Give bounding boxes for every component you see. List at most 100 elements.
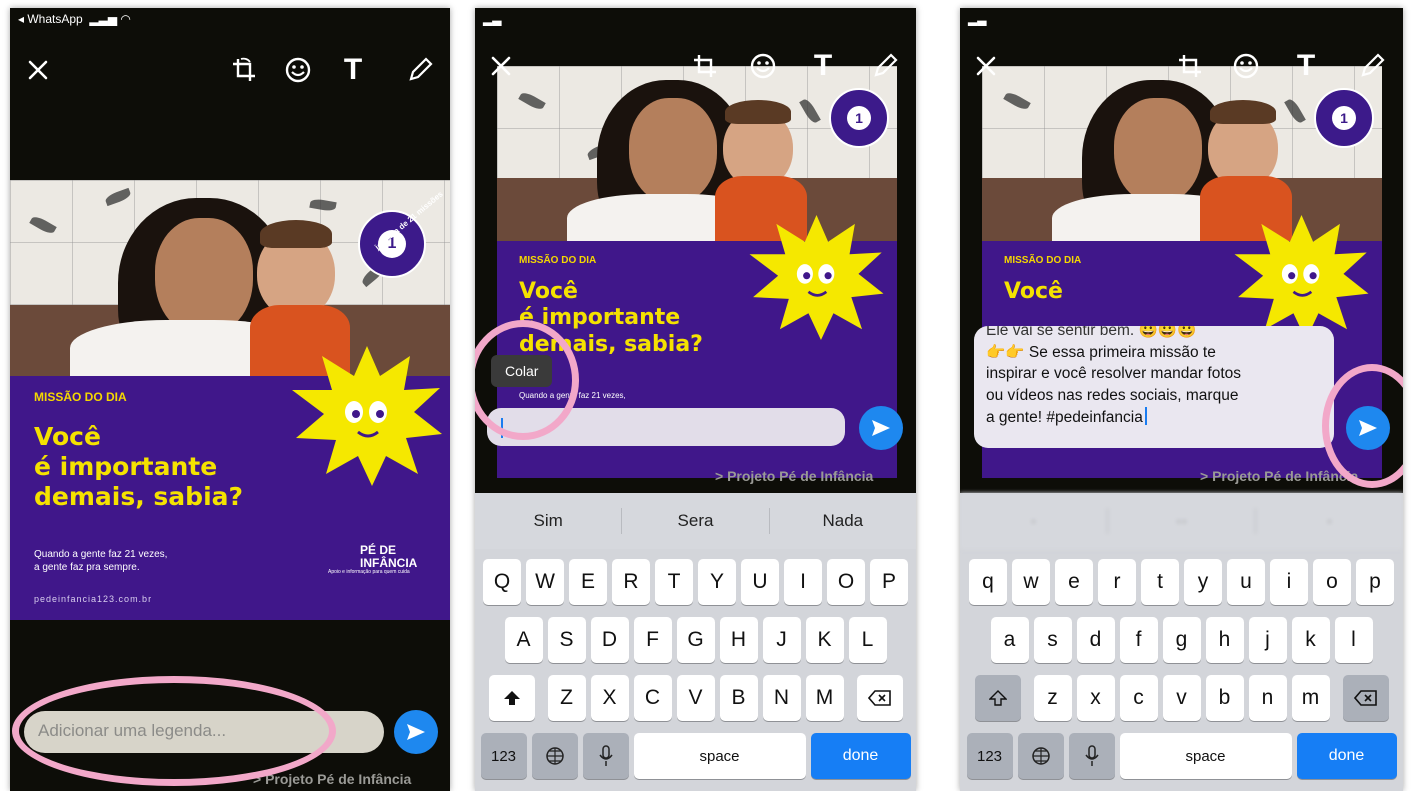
pencil-icon[interactable] [1352,44,1392,88]
text-tool-icon[interactable]: T [333,48,373,92]
backspace-key[interactable] [856,675,903,721]
key-q[interactable]: Q [483,559,521,605]
send-icon [407,724,425,740]
key-b[interactable]: B [719,675,758,721]
key-k[interactable]: k [1291,617,1330,663]
mission-label: MISSÃO DO DIA [34,390,127,404]
globe-key[interactable] [531,733,578,779]
sun-mascot-icon [749,215,884,340]
caption-input[interactable]: Ele vai se sentir bem. 😀😀😀 👉👉 Se essa pr… [974,326,1334,448]
key-d[interactable]: d [1076,617,1115,663]
key-x[interactable]: X [590,675,629,721]
key-k[interactable]: K [805,617,844,663]
key-f[interactable]: f [1119,617,1158,663]
shift-key[interactable] [974,675,1021,721]
key-t[interactable]: T [655,559,693,605]
key-m[interactable]: m [1291,675,1330,721]
key-z[interactable]: z [1033,675,1072,721]
key-t[interactable]: t [1141,559,1179,605]
key-q[interactable]: q [969,559,1007,605]
suggestion-2[interactable]: Sera [622,511,768,531]
numbers-key[interactable]: 123 [480,733,527,779]
key-e[interactable]: E [569,559,607,605]
numbers-key[interactable]: 123 [966,733,1013,779]
key-u[interactable]: U [741,559,779,605]
emoji-icon[interactable] [278,48,318,92]
done-key[interactable]: done [810,733,911,779]
key-r[interactable]: r [1098,559,1136,605]
key-a[interactable]: A [504,617,543,663]
key-a[interactable]: a [990,617,1029,663]
key-h[interactable]: H [719,617,758,663]
backspace-key[interactable] [1342,675,1389,721]
key-n[interactable]: N [762,675,801,721]
space-key[interactable]: space [1119,733,1292,779]
key-s[interactable]: s [1033,617,1072,663]
recipient-link[interactable]: > Projeto Pé de Infância [1200,468,1358,484]
key-v[interactable]: v [1162,675,1201,721]
key-m[interactable]: M [805,675,844,721]
key-o[interactable]: o [1313,559,1351,605]
microphone-key[interactable] [582,733,629,779]
send-button[interactable] [859,406,903,450]
emoji-icon[interactable] [1226,44,1266,88]
key-x[interactable]: x [1076,675,1115,721]
emoji-icon[interactable] [743,44,783,88]
key-s[interactable]: S [547,617,586,663]
key-u[interactable]: u [1227,559,1265,605]
send-button[interactable] [394,710,438,754]
text-tool-icon[interactable]: T [803,44,843,88]
key-v[interactable]: V [676,675,715,721]
journey-badge: 1 [1314,88,1374,148]
text-tool-icon[interactable]: T [1286,44,1326,88]
key-j[interactable]: J [762,617,801,663]
close-icon[interactable] [966,44,1006,88]
suggestion-3[interactable]: Nada [770,511,916,531]
close-icon[interactable] [18,48,58,92]
key-p[interactable]: P [870,559,908,605]
key-c[interactable]: c [1119,675,1158,721]
key-b[interactable]: b [1205,675,1244,721]
key-e[interactable]: e [1055,559,1093,605]
key-r[interactable]: R [612,559,650,605]
pencil-icon[interactable] [865,44,905,88]
done-key[interactable]: done [1296,733,1397,779]
microphone-key[interactable] [1068,733,1115,779]
suggestion-1[interactable]: Sim [475,511,621,531]
key-y[interactable]: y [1184,559,1222,605]
key-y[interactable]: Y [698,559,736,605]
globe-icon [545,747,564,765]
signal-icon: ▂▃▅ ◠ [86,12,131,26]
key-n[interactable]: n [1248,675,1287,721]
crop-rotate-icon[interactable] [224,48,264,92]
key-w[interactable]: W [526,559,564,605]
key-c[interactable]: C [633,675,672,721]
key-l[interactable]: L [848,617,887,663]
key-j[interactable]: j [1248,617,1287,663]
key-l[interactable]: l [1334,617,1373,663]
globe-key[interactable] [1017,733,1064,779]
journey-badge: 1 jornada de 21 missões [358,189,445,278]
key-o[interactable]: O [827,559,865,605]
crop-rotate-icon[interactable] [685,44,725,88]
recipient-link[interactable]: > Projeto Pé de Infância [715,468,873,484]
key-h[interactable]: h [1205,617,1244,663]
key-i[interactable]: i [1270,559,1308,605]
key-w[interactable]: w [1012,559,1050,605]
key-i[interactable]: I [784,559,822,605]
status-bar: ▂▃ [475,8,916,30]
space-key[interactable]: space [633,733,806,779]
back-to-app-link[interactable]: ◂ WhatsApp [18,12,83,26]
shift-key[interactable] [488,675,535,721]
key-g[interactable]: G [676,617,715,663]
key-z[interactable]: Z [547,675,586,721]
key-p[interactable]: p [1356,559,1394,605]
key-f[interactable]: F [633,617,672,663]
key-g[interactable]: g [1162,617,1201,663]
website-url: pedeinfancia123.com.br [34,594,153,604]
close-icon[interactable] [481,44,521,88]
key-d[interactable]: D [590,617,629,663]
crop-rotate-icon[interactable] [1170,44,1210,88]
keyboard: Sim Sera Nada QWERTYUIOP ASDFGHJKL ZXCVB… [475,493,916,791]
pencil-icon[interactable] [400,48,440,92]
